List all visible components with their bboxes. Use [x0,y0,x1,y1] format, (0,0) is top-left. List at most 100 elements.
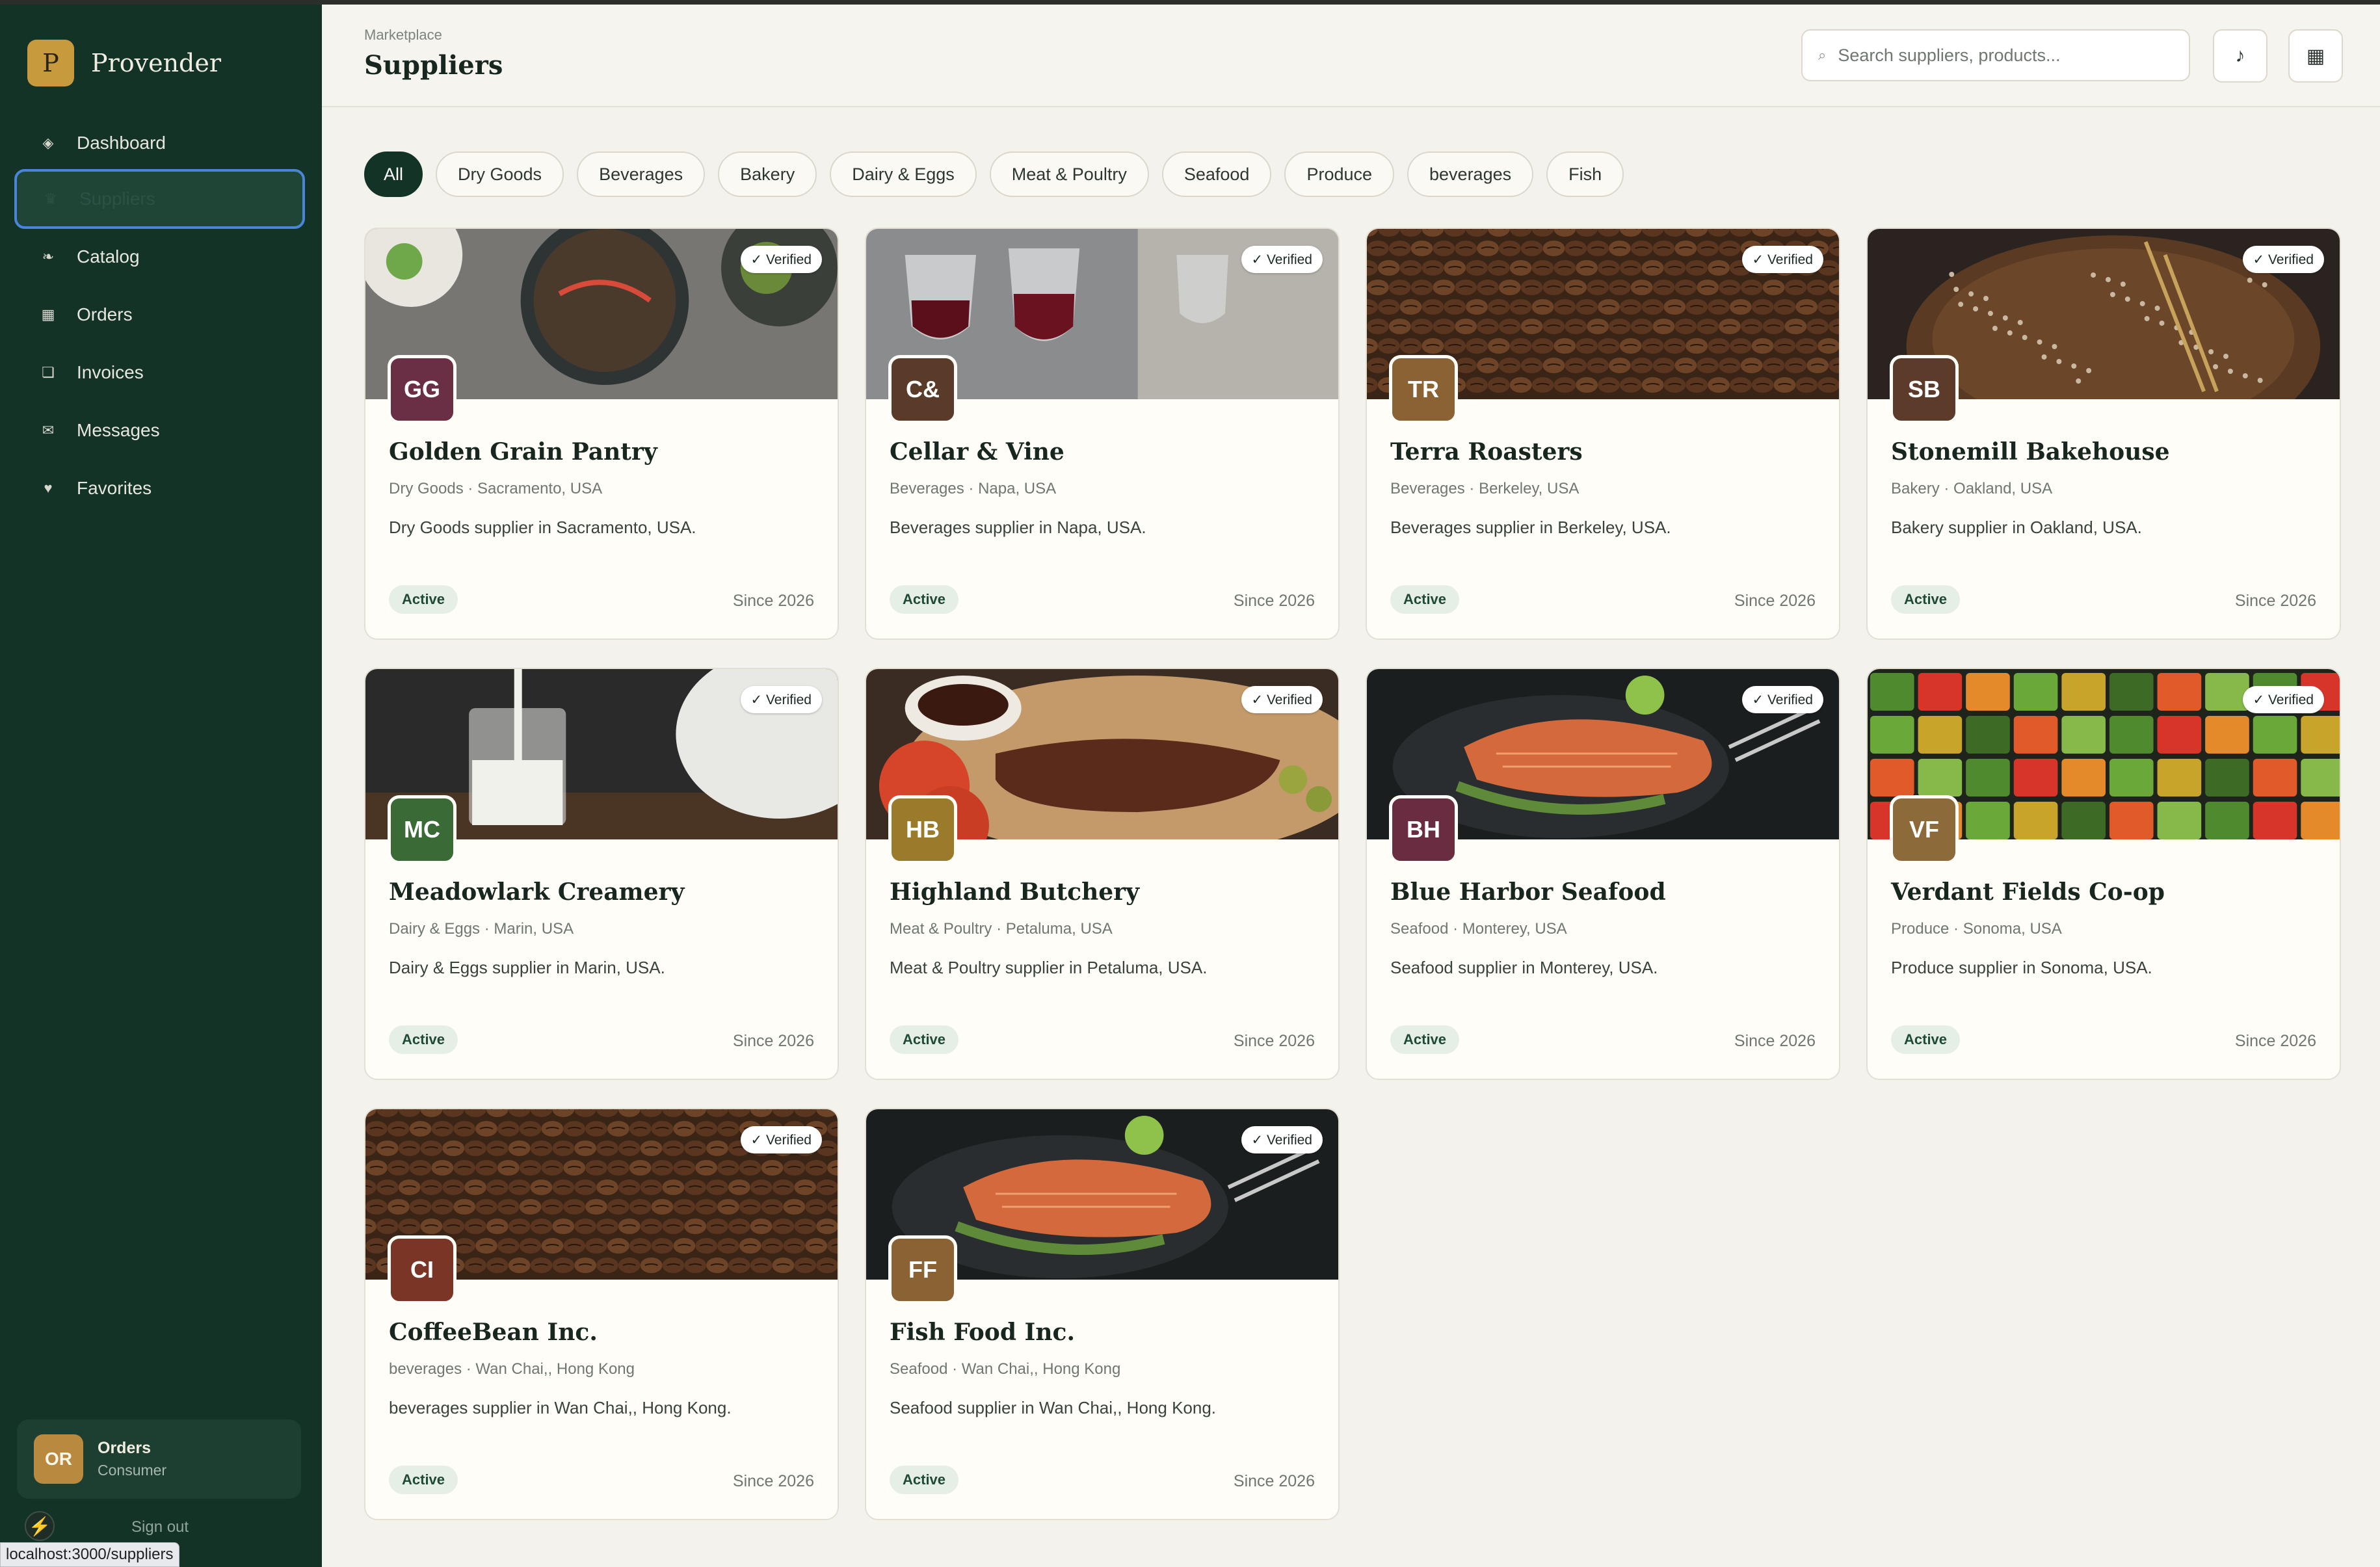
supplier-monogram: VF [1890,795,1959,864]
filter-chip-bakery[interactable]: Bakery [718,151,817,197]
user-name: Orders [98,1439,151,1457]
sidebar-item-label: Catalog [77,246,140,267]
supplier-meta: Dry Goods · Sacramento, USA [389,480,603,497]
sign-out-link[interactable]: Sign out [131,1518,189,1536]
supplier-card[interactable]: ✓ Verified BH Blue Harbor Seafood Seafood ·… [1366,668,1840,1080]
filter-chip-beverages[interactable]: Beverages [577,151,706,197]
supplier-card[interactable]: ✓ Verified TR Terra Roasters Beverages · Be… [1366,228,1840,640]
supplier-name[interactable]: Meadowlark Creamery [389,878,684,906]
supplier-meta: Produce · Sonoma, USA [1891,920,2062,938]
supplier-name[interactable]: Terra Roasters [1390,438,1583,466]
messages-icon: ✉ [42,422,55,438]
supplier-description: Beverages supplier in Berkeley, USA. [1390,518,1671,537]
filter-chip-all[interactable]: All [364,151,423,197]
supplier-description: Seafood supplier in Monterey, USA. [1390,958,1658,977]
supplier-monogram: C& [888,355,957,424]
supplier-meta: Beverages · Berkeley, USA [1390,480,1580,497]
status-badge: Active [1891,585,1961,614]
sidebar-item-label: Invoices [77,362,144,382]
supplier-card[interactable]: ✓ Verified MC Meadowlark Creamery Dairy & E… [364,668,839,1080]
supplier-card[interactable]: ✓ Verified C& Cellar & Vine Beverages · Nap… [865,228,1340,640]
user-role: Consumer [98,1462,167,1479]
brand[interactable]: P Provender [27,40,221,86]
supplier-monogram: SB [1890,355,1959,424]
supplier-description: Meat & Poultry supplier in Petaluma, USA… [890,958,1208,977]
user-card[interactable]: OR Orders Consumer [17,1419,301,1499]
page-header: Marketplace Suppliers ⌕ ♪ ▦ [322,5,2380,107]
filter-chip-beverages-lower[interactable]: beverages [1407,151,1534,197]
supplier-meta: Beverages · Napa, USA [890,480,1057,497]
supplier-card[interactable]: ✓ Verified HB Highland Butchery Meat & Poul… [865,668,1340,1080]
sidebar-item-dashboard[interactable]: ◈ Dashboard [14,113,305,173]
supplier-since: Since 2026 [2234,592,2316,610]
supplier-name[interactable]: Verdant Fields Co-op [1891,878,2165,906]
sidebar-item-suppliers[interactable]: ♛ Suppliers [14,169,305,229]
sidebar-item-favorites[interactable]: ♥ Favorites [14,458,305,518]
search-icon: ⌕ [1818,47,1827,63]
verified-badge: ✓ Verified [1741,686,1823,713]
supplier-description: Dairy & Eggs supplier in Marin, USA. [389,958,665,977]
status-badge: Active [389,1025,458,1054]
verified-badge: ✓ Verified [1241,1126,1323,1153]
supplier-name[interactable]: Stonemill Bakehouse [1891,438,2170,466]
heart-icon: ♥ [44,480,53,496]
filter-chip-meat-poultry[interactable]: Meat & Poultry [989,151,1149,197]
verified-badge: ✓ Verified [1241,246,1323,273]
supplier-since: Since 2026 [732,592,814,610]
supplier-card[interactable]: ✓ Verified VF Verdant Fields Co-op Produce … [1866,668,2341,1080]
verified-badge: ✓ Verified [2242,246,2324,273]
filter-chip-produce[interactable]: Produce [1284,151,1395,197]
status-badge: Active [890,1466,959,1494]
supplier-since: Since 2026 [1233,1032,1315,1050]
orders-icon: ▦ [41,306,55,323]
supplier-card[interactable]: ✓ Verified SB Stonemill Bakehouse Bakery · … [1866,228,2341,640]
sidebar-item-orders[interactable]: ▦ Orders [14,285,305,345]
sidebar-item-messages[interactable]: ✉ Messages [14,401,305,460]
sidebar-item-label: Dashboard [77,133,166,153]
filter-chip-dry-goods[interactable]: Dry Goods [436,151,564,197]
music-button[interactable]: ♪ [2213,29,2268,83]
status-bar-url: localhost:3000/suppliers [0,1542,179,1567]
supplier-monogram: HB [888,795,957,864]
sidebar-item-label: Favorites [77,478,152,498]
supplier-name[interactable]: Golden Grain Pantry [389,438,657,466]
page-title: Suppliers [364,50,503,81]
supplier-monogram: BH [1389,795,1458,864]
supplier-monogram: MC [388,795,456,864]
supplier-name[interactable]: Cellar & Vine [890,438,1064,466]
status-badge: Active [389,1466,458,1494]
sidebar-item-catalog[interactable]: ❧ Catalog [14,227,305,287]
status-badge: Active [890,585,959,614]
supplier-card[interactable]: ✓ Verified GG Golden Grain Pantry Dry Goods… [364,228,839,640]
music-note-icon: ♪ [2235,45,2245,66]
breadcrumb[interactable]: Marketplace [364,27,442,44]
window-top-edge [0,0,2380,5]
verified-badge: ✓ Verified [740,246,822,273]
supplier-description: Bakery supplier in Oakland, USA. [1891,518,2142,537]
supplier-monogram: CI [388,1235,456,1304]
supplier-name[interactable]: Highland Butchery [890,878,1139,906]
bolt-icon[interactable]: ⚡ [25,1511,55,1541]
supplier-card[interactable]: ✓ Verified CI CoffeeBean Inc. beverages · W… [364,1108,839,1520]
filter-chip-seafood[interactable]: Seafood [1161,151,1272,197]
supplier-name[interactable]: Blue Harbor Seafood [1390,878,1666,906]
supplier-card[interactable]: ✓ Verified FF Fish Food Inc. Seafood · Wan … [865,1108,1340,1520]
sidebar-item-label: Suppliers [79,189,155,209]
filter-chip-dairy-eggs[interactable]: Dairy & Eggs [830,151,977,197]
filter-chip-fish[interactable]: Fish [1546,151,1624,197]
invoices-icon: ❏ [42,364,55,380]
supplier-since: Since 2026 [732,1472,814,1490]
supplier-monogram: GG [388,355,456,424]
status-badge: Active [890,1025,959,1054]
supplier-name[interactable]: CoffeeBean Inc. [389,1319,598,1346]
search-input[interactable] [1838,45,2163,66]
supplier-description: Seafood supplier in Wan Chai,, Hong Kong… [890,1398,1217,1417]
grid-icon: ▦ [2306,45,2325,67]
supplier-meta: beverages · Wan Chai,, Hong Kong [389,1360,635,1378]
supplier-name[interactable]: Fish Food Inc. [890,1319,1075,1346]
view-toggle-button[interactable]: ▦ [2288,29,2343,83]
search-box[interactable]: ⌕ [1801,29,2190,81]
supplier-since: Since 2026 [2234,1032,2316,1050]
sidebar-item-invoices[interactable]: ❏ Invoices [14,343,305,402]
brand-name: Provender [91,49,222,77]
